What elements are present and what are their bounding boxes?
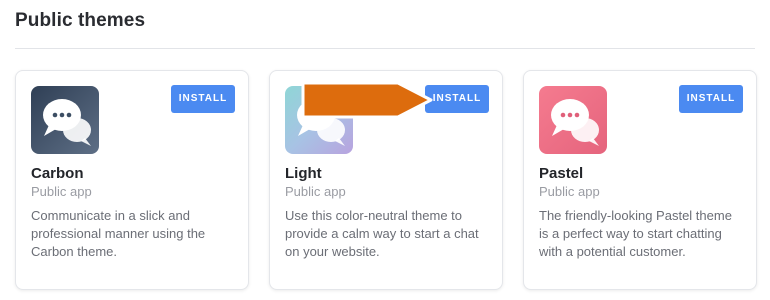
theme-name: Carbon: [31, 165, 84, 182]
theme-card-carbon: INSTALL Carbon Public app Communicate in…: [15, 70, 249, 290]
theme-description: The friendly-looking Pastel theme is a p…: [539, 208, 732, 259]
theme-description: Communicate in a slick and professional …: [31, 208, 206, 259]
theme-description: Use this color-neutral theme to provide …: [285, 208, 479, 259]
theme-name: Pastel: [539, 165, 584, 182]
divider: [15, 48, 755, 49]
section-title: Public themes: [15, 10, 146, 31]
public-themes-page: Public themes INSTALL Carbon Public app …: [0, 0, 770, 300]
pastel-chat-bubbles-icon: [539, 86, 607, 154]
install-button-carbon[interactable]: INSTALL: [171, 85, 235, 113]
theme-type: Public app: [31, 184, 92, 199]
install-button-pastel[interactable]: INSTALL: [679, 85, 743, 113]
theme-card-pastel: INSTALL Pastel Public app The friendly-l…: [523, 70, 757, 290]
highlight-arrow-icon: [301, 81, 433, 119]
theme-type: Public app: [285, 184, 346, 199]
carbon-chat-bubbles-icon: [31, 86, 99, 154]
theme-name: Light: [285, 165, 322, 182]
theme-type: Public app: [539, 184, 600, 199]
